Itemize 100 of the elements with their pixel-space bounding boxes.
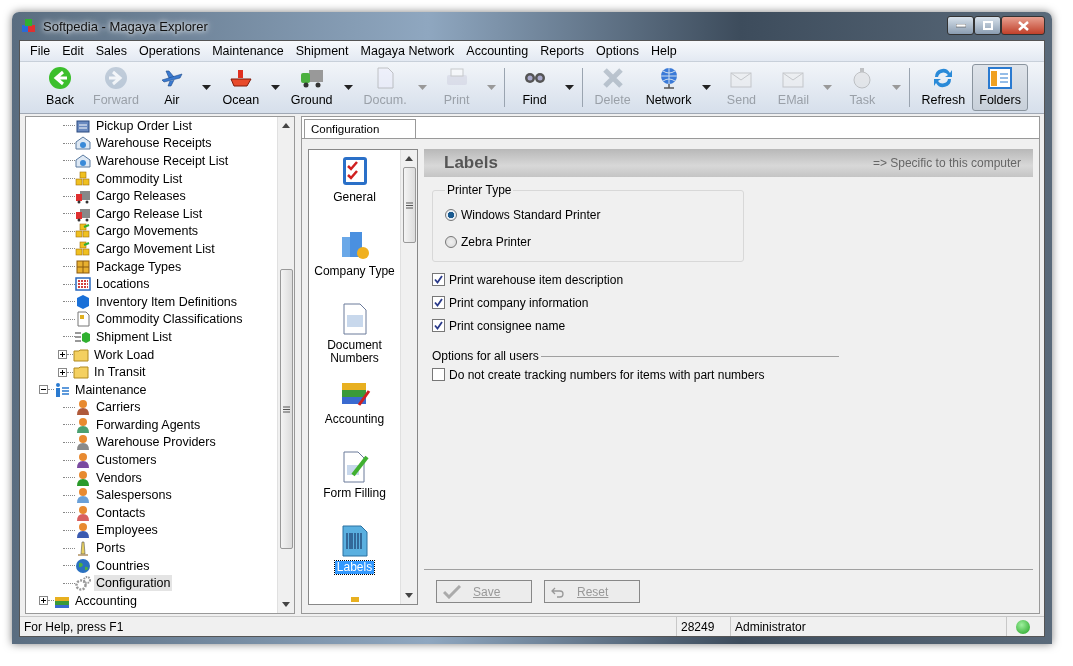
radio-label: Zebra Printer [461,234,532,249]
menu-item[interactable]: Edit [56,44,90,58]
toolbar-button[interactable]: Refresh [914,64,973,111]
tree-item[interactable]: Vendors [94,469,144,486]
checkmark-icon [443,584,461,599]
expand-toggle[interactable] [58,367,67,377]
maximize-button[interactable] [974,16,1001,35]
tree-item[interactable]: Employees [94,522,160,539]
scroll-up-arrow-icon [282,123,290,128]
tree-item[interactable]: Package Types [94,258,184,275]
toolbar-button[interactable]: Network [638,64,699,111]
expand-toggle[interactable] [58,350,67,359]
scroll-down-arrow-icon [405,593,413,598]
scrollbar[interactable] [277,117,294,613]
caret-icon [892,85,902,90]
tree-item[interactable]: Contacts [94,504,148,521]
person-icon [75,487,91,504]
checkmark-icon [434,298,443,307]
checkbox[interactable] [432,273,445,286]
person-icon [75,469,91,486]
tree-item[interactable]: Inventory Item Definitions [94,293,240,310]
tree-item[interactable]: Customers [94,452,159,469]
checkmark-icon [434,321,443,330]
menu-item[interactable]: Maintenance [206,44,290,58]
section-heading: Options for all users [432,349,539,363]
tree-item[interactable]: In Transit [92,364,148,381]
close-icon [1017,20,1029,31]
tree-item[interactable]: Warehouse Receipts [94,135,214,152]
binoculars-icon [522,72,547,84]
tree-item[interactable]: Countries [94,557,152,574]
menu-item[interactable]: Shipment [289,44,355,58]
tree-item[interactable]: Locations [94,276,152,293]
menu-item[interactable]: Help [645,44,683,58]
tree-item[interactable]: Cargo Movements [94,223,201,240]
person-icon [75,416,91,433]
tree-item[interactable]: Commodity Classifications [94,311,245,328]
menu-item[interactable]: Sales [89,44,133,58]
grip-icon [405,201,413,209]
toolbar-button[interactable]: Find [508,64,561,111]
folder-icon [73,364,89,381]
tree-item[interactable]: Ports [94,540,128,557]
category-item[interactable]: Form Filling [309,487,400,501]
lighthouse-icon [75,540,91,557]
checkbox[interactable] [432,296,445,309]
plus-icon [59,368,66,376]
tree-item[interactable]: Salespersons [94,487,174,504]
toolbar-button[interactable]: Ocean [214,64,267,111]
maximize-icon [982,21,993,30]
radio-label: Windows Standard Printer [461,207,601,222]
radio-button[interactable] [445,235,457,248]
menu-item[interactable]: Magaya Network [354,44,461,58]
tree-item[interactable]: Shipment List [94,328,174,345]
window-title: Softpedia - Magaya Explorer [43,18,209,34]
collapse-toggle[interactable] [39,385,48,395]
tree-item[interactable]: Warehouse Providers [94,434,218,451]
tree-item[interactable]: Work Load [92,346,157,363]
tree-item[interactable]: Warehouse Receipt List [94,153,231,169]
menu-item[interactable]: Accounting [460,44,535,58]
menu-item[interactable]: Options [589,44,646,58]
tree-item[interactable]: Maintenance [73,381,149,398]
checkbox[interactable] [432,368,445,381]
checkbox[interactable] [432,319,445,332]
category-item[interactable]: Document Numbers [309,339,400,366]
person-icon [75,399,91,416]
toolbar-button[interactable]: Back [34,64,86,111]
scrollbar[interactable] [400,150,417,604]
plus-icon [59,351,66,358]
category-item[interactable]: General [309,191,400,204]
caret-icon [270,85,280,90]
boxes-icon [75,223,91,240]
tree-item[interactable]: Cargo Movement List [94,240,217,257]
tree-item[interactable]: Carriers [94,399,143,416]
menu-item[interactable]: Reports [534,44,590,58]
scroll-up-arrow-icon [405,156,413,161]
person-icon [75,452,91,469]
delete-x-icon [600,66,625,90]
close-button[interactable] [1001,16,1045,35]
tab[interactable]: Configuration [304,119,417,138]
expand-toggle[interactable] [39,596,48,606]
tree-item[interactable]: Cargo Release List [94,205,205,222]
toolbar-button[interactable]: Air [145,64,198,111]
document-icon [75,311,91,328]
tree-item[interactable]: Cargo Releases [94,188,188,205]
toolbar-button[interactable]: Folders [972,64,1028,111]
radio-button[interactable] [445,208,457,221]
menu-item[interactable]: File [24,44,57,58]
checkbox-label: Print warehouse item description [449,272,624,287]
menu-item[interactable]: Operations [133,44,207,58]
cube-icon [75,293,91,310]
warehouse-icon [75,153,91,169]
tree-item[interactable]: Commodity List [94,170,185,187]
minimize-button[interactable] [947,16,974,35]
tree-item[interactable]: Accounting [73,592,139,609]
tree-item[interactable]: Pickup Order List [94,117,194,134]
tree-item[interactable]: Configuration [94,575,173,592]
tree-item[interactable]: Forwarding Agents [94,416,203,433]
category-item[interactable]: Company Type [309,265,400,278]
globe-icon [75,557,91,574]
category-item[interactable]: Accounting [309,413,400,427]
toolbar-button[interactable]: Ground [283,64,340,111]
